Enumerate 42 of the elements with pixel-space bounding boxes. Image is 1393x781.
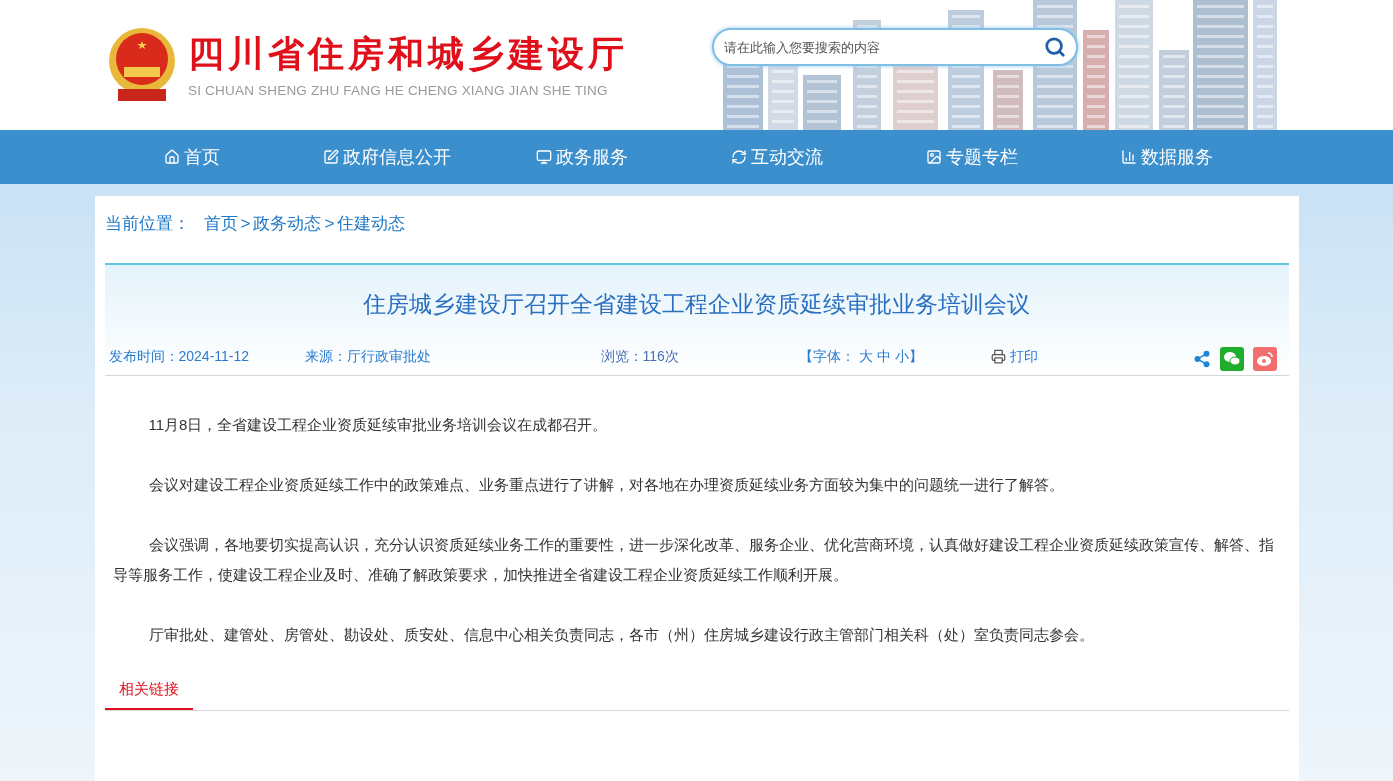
site-title: 四川省住房和城乡建设厅 bbox=[188, 30, 628, 75]
breadcrumb-separator: > bbox=[324, 213, 335, 236]
font-size-label: 【字体： bbox=[798, 346, 855, 366]
breadcrumb-label: 当前位置： bbox=[104, 213, 190, 236]
article-source: 来源：厅行政审批处 bbox=[304, 346, 432, 366]
view-count: 浏览：116次 bbox=[600, 346, 680, 366]
printer-icon bbox=[990, 348, 1006, 364]
article-paragraph: 11月8日，全省建设工程企业资质延续审批业务培训会议在成都召开。 bbox=[147, 415, 609, 435]
nav-link[interactable]: 互动交流 bbox=[679, 130, 875, 184]
search-field[interactable]: 请在此输入您要搜索的内容 bbox=[712, 28, 1078, 66]
article-paragraph: 会议强调，各地要切实提高认识，充分认识资质延续业务工作的重要性，进一步深化改革、服务企业、优化营商环境，认真做好建设工程企业资质延续政策宣传、解答、指导等服务工作，使建设工程企业及时、准确了解政策要求，加快推进全省建设工程企业资质延续工作顺利开展。 bbox=[112, 535, 1275, 585]
nav-icon bbox=[323, 149, 339, 165]
font-size-bracket: 】 bbox=[908, 346, 923, 366]
nav-icon bbox=[926, 149, 942, 165]
publish-date: 发布时间：2024-11-12 bbox=[108, 346, 251, 366]
national-emblem-icon bbox=[106, 27, 178, 103]
nav-icon bbox=[731, 149, 747, 165]
search-icon[interactable] bbox=[1044, 36, 1066, 58]
related-links-tab[interactable]: 相关链接 bbox=[104, 670, 193, 710]
nav-link[interactable]: 首页 bbox=[94, 130, 290, 184]
article-paragraph: 厅审批处、建管处、房管处、勘设处、质安处、信息中心相关负责同志，各市（州）住房城乡建设行政主管部门相关科（处）室负责同志参会。 bbox=[147, 625, 1095, 645]
weibo-share-icon[interactable] bbox=[1252, 347, 1277, 371]
share-icon[interactable] bbox=[1192, 350, 1211, 368]
article-title: 住房城乡建设厅召开全省建设工程企业资质延续审批业务培训会议 bbox=[362, 290, 1031, 319]
nav-icon bbox=[536, 149, 552, 165]
site-subtitle: SI CHUAN SHENG ZHU FANG HE CHENG XIANG JIAN SHE TING bbox=[188, 81, 609, 100]
wechat-share-icon[interactable] bbox=[1219, 347, 1244, 371]
nav-icon bbox=[164, 149, 180, 165]
nav-icon bbox=[1121, 149, 1137, 165]
nav-link[interactable]: 政务服务 bbox=[484, 130, 680, 184]
font-size-link[interactable]: 中 bbox=[876, 345, 891, 367]
breadcrumb-link[interactable]: 住建动态 bbox=[337, 211, 406, 237]
nav-link[interactable]: 政府信息公开 bbox=[289, 130, 485, 184]
print-link[interactable]: 打印 bbox=[990, 345, 1038, 367]
article-paragraph: 会议对建设工程企业资质延续工作中的政策难点、业务重点进行了讲解，对各地在办理资质延续业务方面较为集中的问题统一进行了解答。 bbox=[147, 475, 1065, 495]
font-size-link[interactable]: 小 bbox=[894, 345, 909, 367]
breadcrumb-separator: > bbox=[240, 213, 251, 236]
nav-link[interactable]: 数据服务 bbox=[1069, 130, 1265, 184]
font-size-link[interactable]: 大 bbox=[858, 345, 873, 367]
breadcrumb-link[interactable]: 政务动态 bbox=[253, 211, 322, 237]
breadcrumb-link[interactable]: 首页 bbox=[203, 211, 238, 237]
nav-link[interactable]: 专题专栏 bbox=[874, 130, 1070, 184]
